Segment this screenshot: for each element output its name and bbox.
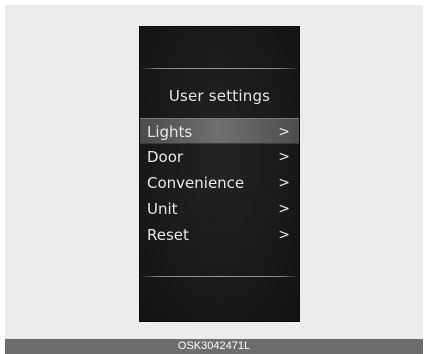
cluster-display: User settings Lights > Door > Convenienc… [139, 26, 300, 322]
menu-item-door[interactable]: Door > [140, 144, 299, 170]
chevron-right-icon: > [278, 201, 290, 217]
menu-item-label: Convenience [147, 174, 245, 192]
menu-item-label: Lights [147, 123, 193, 141]
menu-item-convenience[interactable]: Convenience > [140, 170, 299, 196]
top-divider [140, 68, 299, 69]
chevron-right-icon: > [278, 227, 290, 243]
menu-title: User settings [168, 87, 271, 105]
figure-caption: OSK3042471L [5, 339, 423, 354]
settings-menu: Lights > Door > Convenience > Unit > Res… [140, 118, 299, 248]
menu-item-label: Reset [147, 226, 189, 244]
menu-item-lights[interactable]: Lights > [140, 118, 299, 144]
chevron-right-icon: > [278, 175, 290, 191]
menu-item-reset[interactable]: Reset > [140, 222, 299, 248]
menu-item-label: Door [147, 148, 184, 166]
menu-item-label: Unit [147, 200, 178, 218]
chevron-right-icon: > [278, 124, 290, 140]
menu-item-unit[interactable]: Unit > [140, 196, 299, 222]
chevron-right-icon: > [278, 149, 290, 165]
bottom-divider [140, 276, 299, 277]
